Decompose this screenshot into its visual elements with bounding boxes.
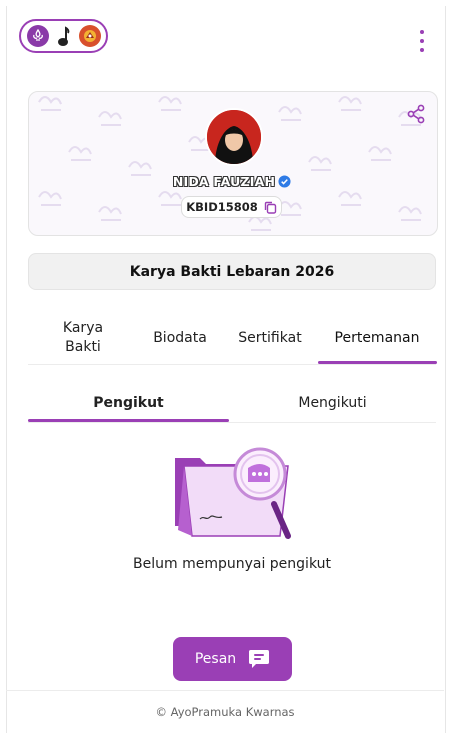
- subtab-pengikut[interactable]: Pengikut: [28, 383, 229, 422]
- subtab-mengikuti-label: Mengikuti: [298, 394, 367, 411]
- more-vertical-icon[interactable]: [418, 30, 426, 52]
- member-id: KBID15808: [186, 200, 258, 214]
- tab-biodata-label: Biodata: [153, 329, 207, 346]
- scout-emblem-icon: [26, 25, 49, 47]
- profile-name: NIDA FAUZIAH: [170, 172, 294, 190]
- message-button[interactable]: Pesan: [173, 637, 292, 681]
- tab-sertifikat[interactable]: Sertifikat: [231, 312, 309, 364]
- tab-karya-bakti[interactable]: Karya Bakti: [48, 312, 118, 364]
- follow-subtabs: Pengikut Mengikuti: [28, 383, 436, 423]
- kwarnas-crest-icon: [78, 25, 101, 47]
- profile-tabs: Karya Bakti Biodata Sertifikat Pertemanan: [28, 312, 436, 365]
- empty-folder-search-icon: [175, 447, 291, 539]
- tab-biodata[interactable]: Biodata: [140, 312, 220, 364]
- active-subtab-indicator: [28, 419, 229, 422]
- avatar: [205, 108, 263, 166]
- organization-logos: [19, 19, 108, 53]
- profile-name-text: NIDA FAUZIAH: [172, 173, 276, 189]
- empty-state-message: Belum mempunyai pengikut: [133, 556, 331, 572]
- tunas-kelapa-icon: [53, 25, 75, 47]
- event-title: Karya Bakti Lebaran 2026: [129, 263, 335, 280]
- footer-divider: [6, 690, 444, 691]
- member-id-chip[interactable]: KBID15808: [181, 196, 282, 218]
- share-icon[interactable]: [406, 104, 426, 124]
- subtab-pengikut-label: Pengikut: [93, 394, 164, 411]
- verified-badge-icon: [278, 174, 291, 188]
- tab-sertifikat-label: Sertifikat: [238, 329, 302, 346]
- tab-karya-bakti-label: Karya Bakti: [62, 320, 104, 355]
- chat-bubble-icon: [249, 650, 270, 668]
- copy-icon[interactable]: [264, 201, 277, 214]
- event-title-bar: Karya Bakti Lebaran 2026: [28, 253, 436, 290]
- subtab-mengikuti[interactable]: Mengikuti: [229, 383, 436, 422]
- footer-credit: © AyoPramuka Kwarnas: [155, 705, 295, 719]
- tab-pertemanan-label: Pertemanan: [334, 329, 420, 346]
- tab-pertemanan[interactable]: Pertemanan: [318, 312, 436, 364]
- message-button-label: Pesan: [194, 651, 237, 667]
- active-tab-indicator: [318, 361, 437, 364]
